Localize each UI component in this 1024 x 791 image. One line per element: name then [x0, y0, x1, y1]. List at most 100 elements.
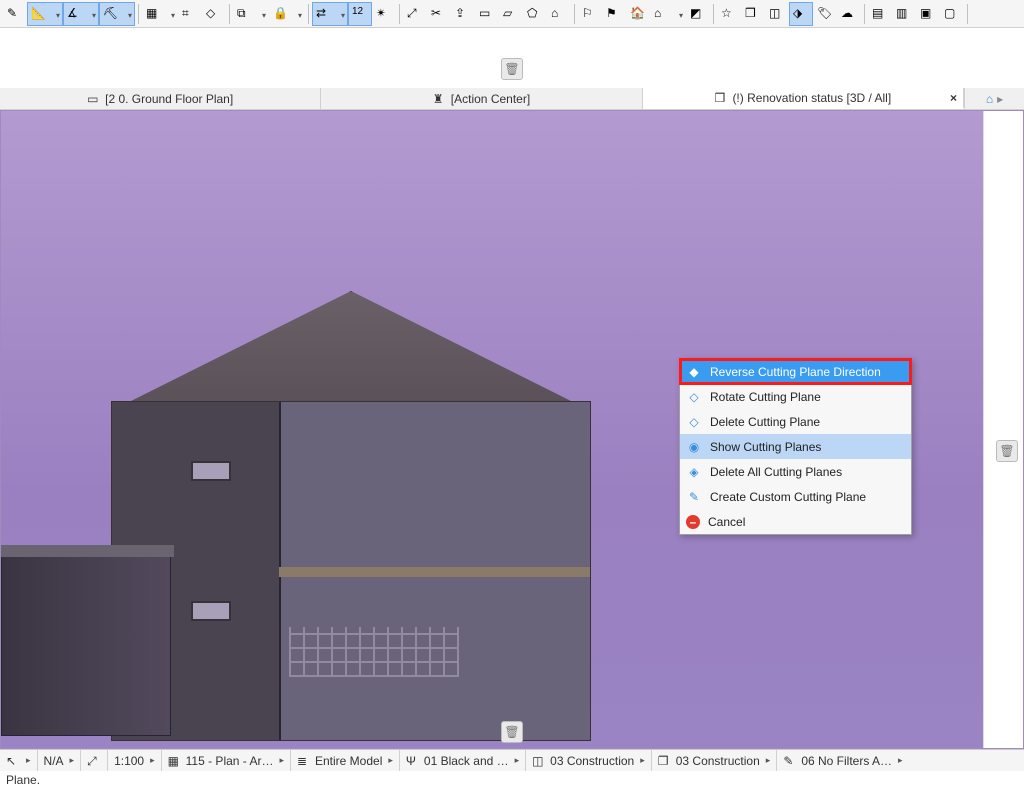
- section-s-icon: ◫: [532, 754, 546, 768]
- group1-icon[interactable]: ⧉: [233, 2, 269, 26]
- status-penset[interactable]: ▦115 - Plan - Ar…▸: [162, 750, 291, 771]
- tab-floor-plan[interactable]: ▭ [2 0. Ground Floor Plan]: [0, 88, 321, 109]
- window-icon[interactable]: ▣: [916, 2, 940, 26]
- cube-icon: ❒: [714, 91, 728, 105]
- tab-action-center[interactable]: ♜ [Action Center]: [321, 88, 642, 109]
- home-icon[interactable]: ⌂: [547, 2, 571, 26]
- hatch2-icon[interactable]: ▥: [892, 2, 916, 26]
- status-mvo3-label: 03 Construction: [676, 754, 760, 768]
- reverse-plane-icon: ◆: [686, 364, 702, 380]
- status-model[interactable]: ≣Entire Model▸: [291, 750, 400, 771]
- star-icon[interactable]: ☆: [717, 2, 741, 26]
- status-mvo1[interactable]: Ψ01 Black and …▸: [400, 750, 526, 771]
- close-tab-icon[interactable]: ×: [950, 91, 957, 105]
- toggle1-icon[interactable]: ⇄: [312, 2, 348, 26]
- building-model: [61, 291, 581, 749]
- cloud-icon[interactable]: ☁: [837, 2, 861, 26]
- menu-reverse-cutting-plane[interactable]: ◆ Reverse Cutting Plane Direction: [680, 359, 911, 384]
- menu-rotate-cutting-plane[interactable]: ◇ Rotate Cutting Plane: [680, 384, 911, 409]
- cutting-plane-icon[interactable]: ⬗: [789, 2, 813, 26]
- pen-icon: ▦: [168, 754, 182, 768]
- main-toolbar: ✎ 📐 ∡ ⛏ ▦ ⌗ ◇ ⧉ 🔒 ⇄ 12 ✴ ⤢ ✂ ⇪ ▭ ▱ ⬠ ⌂ ⚐…: [0, 0, 1024, 28]
- level-tool-icon[interactable]: ⛏: [99, 2, 135, 26]
- menu-label: Rotate Cutting Plane: [710, 390, 821, 404]
- edit6-icon[interactable]: ⬠: [523, 2, 547, 26]
- house1-icon[interactable]: 🏠: [626, 2, 650, 26]
- flag1-icon[interactable]: ⚐: [578, 2, 602, 26]
- edit2-icon[interactable]: ✂: [427, 2, 451, 26]
- box3d-icon[interactable]: ❒: [741, 2, 765, 26]
- hint-bar: Plane.: [0, 771, 1024, 791]
- fork-icon: Ψ: [406, 754, 420, 768]
- trash-drop-right-icon[interactable]: 🗑: [996, 440, 1018, 462]
- status-penset-label: 115 - Plan - Ar…: [186, 754, 274, 768]
- flag2-icon[interactable]: ⚑: [602, 2, 626, 26]
- ruler12-icon[interactable]: 12: [348, 2, 372, 26]
- tab-label: (!) Renovation status [3D / All]: [732, 91, 891, 105]
- layer-icon: ❐: [658, 754, 672, 768]
- status-bar: ↖▸ N/A▸ ⤢ 1:100▸ ▦115 - Plan - Ar…▸ ≣Ent…: [0, 749, 1024, 771]
- door-icon[interactable]: ▢: [940, 2, 964, 26]
- star-net-icon[interactable]: ✴: [372, 2, 396, 26]
- eyedropper-tool-icon[interactable]: ✎: [3, 2, 27, 26]
- measure-tool-icon[interactable]: 📐: [27, 2, 63, 26]
- grid-tool-icon[interactable]: ▦: [142, 2, 178, 26]
- angle-tool-icon[interactable]: ∡: [63, 2, 99, 26]
- edit1-icon[interactable]: ⤢: [403, 2, 427, 26]
- lock-icon[interactable]: 🔒: [269, 2, 305, 26]
- rotate-plane-icon: ◇: [686, 389, 702, 405]
- status-zoom[interactable]: ⤢: [81, 750, 108, 771]
- trash-drop-bottom-icon[interactable]: 🗑: [501, 721, 523, 743]
- menu-label: Cancel: [708, 515, 745, 529]
- cursor-icon: ↖: [6, 754, 20, 768]
- trash-drop-top-icon[interactable]: 🗑: [501, 58, 523, 80]
- cube-icon[interactable]: ◩: [686, 2, 710, 26]
- status-scale-label: 1:100: [114, 754, 144, 768]
- layers-icon: ≣: [297, 754, 311, 768]
- custom-plane-icon: ✎: [686, 489, 702, 505]
- pencil-icon: ✎: [783, 754, 797, 768]
- status-na[interactable]: N/A▸: [38, 750, 82, 771]
- status-model-label: Entire Model: [315, 754, 382, 768]
- action-center-icon: ♜: [433, 92, 447, 106]
- status-mvo2-label: 03 Construction: [550, 754, 634, 768]
- status-cursor[interactable]: ↖▸: [0, 750, 38, 771]
- menu-label: Show Cutting Planes: [710, 440, 821, 454]
- section-icon[interactable]: ◫: [765, 2, 789, 26]
- hatch1-icon[interactable]: ▤: [868, 2, 892, 26]
- snap2-icon[interactable]: ◇: [202, 2, 226, 26]
- edit5-icon[interactable]: ▱: [499, 2, 523, 26]
- side-panel-strip: [983, 111, 1023, 748]
- edit4-icon[interactable]: ▭: [475, 2, 499, 26]
- menu-label: Delete Cutting Plane: [710, 415, 820, 429]
- menu-label: Delete All Cutting Planes: [710, 465, 842, 479]
- tab-dock-controls: ⌂ ▸: [964, 88, 1024, 109]
- tag-icon[interactable]: 🏷: [813, 2, 837, 26]
- floorplan-icon: ▭: [87, 92, 101, 106]
- edit3-icon[interactable]: ⇪: [451, 2, 475, 26]
- menu-label: Create Custom Cutting Plane: [710, 490, 866, 504]
- house-blue-icon[interactable]: ⌂: [986, 92, 993, 106]
- chevron-right-icon[interactable]: ▸: [997, 92, 1003, 106]
- menu-delete-cutting-plane[interactable]: ◇ Delete Cutting Plane: [680, 409, 911, 434]
- status-mvo2[interactable]: ◫03 Construction▸: [526, 750, 652, 771]
- tab-label: [Action Center]: [451, 92, 530, 106]
- zoom-icon: ⤢: [87, 754, 101, 768]
- cloud-house-icon[interactable]: ⌂: [650, 2, 686, 26]
- tab-renovation-3d[interactable]: ❒ (!) Renovation status [3D / All] ×: [643, 88, 964, 109]
- cutting-plane-context-menu: ◆ Reverse Cutting Plane Direction ◇ Rota…: [679, 358, 912, 535]
- menu-label: Reverse Cutting Plane Direction: [710, 365, 881, 379]
- delete-plane-icon: ◇: [686, 414, 702, 430]
- status-scale[interactable]: 1:100▸: [108, 750, 162, 771]
- tab-label: [2 0. Ground Floor Plan]: [105, 92, 233, 106]
- menu-delete-all-cutting-planes[interactable]: ◈ Delete All Cutting Planes: [680, 459, 911, 484]
- status-filters-label: 06 No Filters A…: [801, 754, 892, 768]
- menu-cancel[interactable]: – Cancel: [680, 509, 911, 534]
- status-filters[interactable]: ✎06 No Filters A…▸: [777, 750, 1024, 771]
- menu-create-custom-cutting-plane[interactable]: ✎ Create Custom Cutting Plane: [680, 484, 911, 509]
- snap1-icon[interactable]: ⌗: [178, 2, 202, 26]
- menu-show-cutting-planes[interactable]: ◉ Show Cutting Planes: [680, 434, 911, 459]
- cancel-icon: –: [686, 515, 700, 529]
- delete-all-planes-icon: ◈: [686, 464, 702, 480]
- status-mvo3[interactable]: ❐03 Construction▸: [652, 750, 778, 771]
